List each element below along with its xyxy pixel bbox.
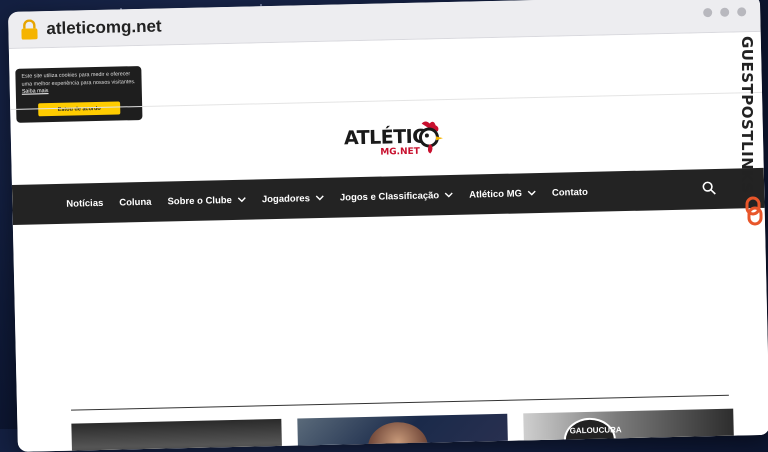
- lock-icon: [21, 19, 38, 40]
- nav-item-noticias[interactable]: Notícias: [58, 197, 111, 209]
- rooster-icon: [418, 121, 443, 154]
- cookie-text: Este site utiliza cookies para medir e o…: [21, 71, 136, 88]
- cookie-learn-more-link[interactable]: Saiba mais: [22, 88, 49, 95]
- content-divider: [71, 394, 729, 411]
- window-dot-icon[interactable]: [703, 8, 713, 18]
- web-page: Este site utiliza cookies para medir e o…: [8, 31, 768, 452]
- nav-item-label: Notícias: [66, 197, 104, 210]
- nav-item-label: Jogos e Classificação: [339, 189, 440, 204]
- news-card-image[interactable]: [71, 418, 283, 452]
- window-dot-icon[interactable]: [720, 7, 730, 17]
- nav-item-label: Jogadores: [261, 192, 311, 205]
- nav-item-sobre-o-clube[interactable]: Sobre o Clube: [159, 194, 254, 207]
- nav-item-label: Atlético MG: [469, 187, 523, 201]
- browser-window: atleticomg.net Este site utiliza cookies…: [8, 0, 768, 452]
- nav-item-jogos-e-classificacao[interactable]: Jogos e Classificação: [332, 189, 461, 203]
- fan-flag-text: GALOUCURA: [569, 425, 622, 436]
- nav-item-atletico-mg[interactable]: Atlético MG: [461, 187, 544, 200]
- chevron-down-icon: [444, 192, 453, 198]
- watermark-text: GUESTPOSTLINKS: [738, 36, 756, 194]
- site-logo[interactable]: ATLÉTIC MG.NET: [344, 119, 445, 159]
- nav-item-contato[interactable]: Contato: [544, 186, 596, 198]
- nav-item-label: Coluna: [119, 196, 152, 209]
- nav-item-jogadores[interactable]: Jogadores: [254, 192, 332, 205]
- chevron-down-icon: [237, 197, 246, 203]
- news-card-image[interactable]: GALOUCURA: [523, 408, 735, 452]
- nav-item-label: Sobre o Clube: [167, 194, 233, 207]
- search-icon[interactable]: [702, 181, 716, 195]
- watermark: GUESTPOSTLINKS: [738, 36, 766, 236]
- chevron-down-icon: [527, 190, 536, 196]
- address-bar-url[interactable]: atleticomg.net: [46, 17, 162, 40]
- main-navigation: Notícias Coluna Sobre o Clube Jogadores …: [11, 167, 765, 225]
- cookie-banner: Este site utiliza cookies para medir e o…: [15, 65, 143, 123]
- window-controls: [703, 7, 747, 18]
- nav-item-coluna[interactable]: Coluna: [111, 196, 159, 208]
- news-card-image[interactable]: [297, 413, 509, 452]
- nav-item-label: Contato: [551, 186, 588, 199]
- window-dot-icon[interactable]: [737, 7, 747, 17]
- person-photo: [367, 421, 429, 452]
- link-chain-icon: [745, 196, 763, 226]
- chevron-down-icon: [315, 195, 324, 201]
